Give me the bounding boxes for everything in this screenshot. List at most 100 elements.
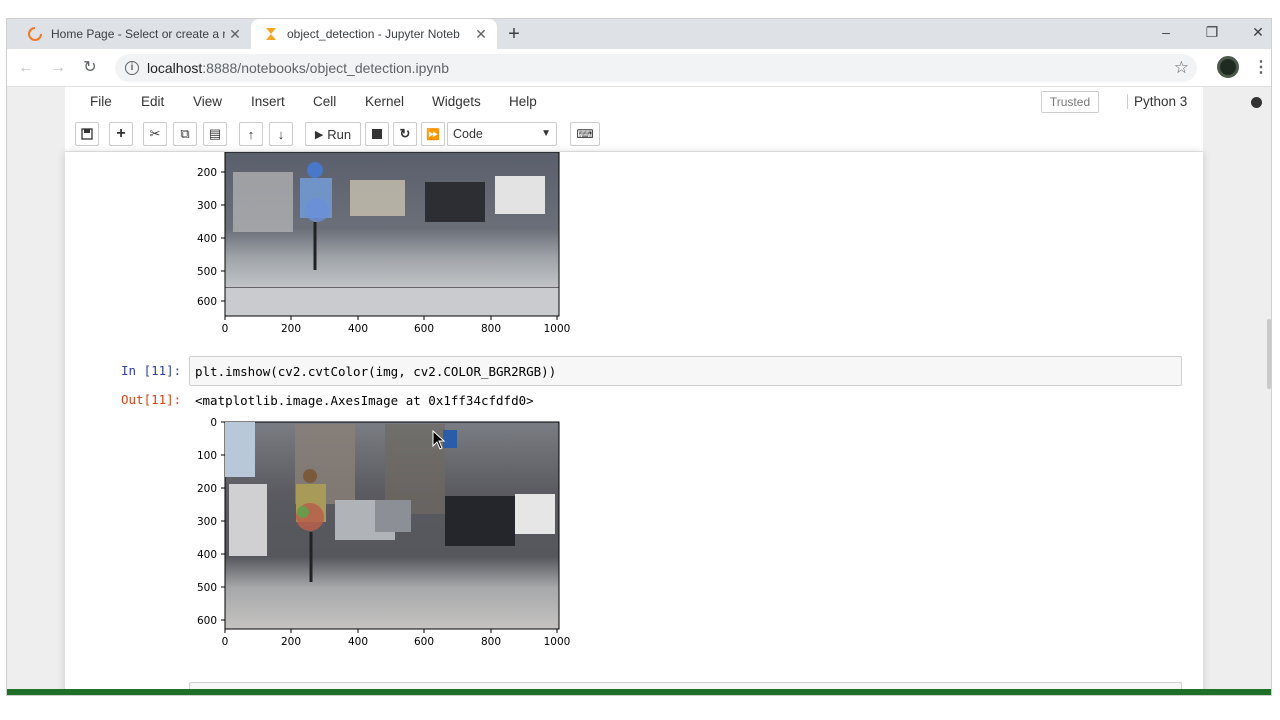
y-tick-label: 500 — [197, 266, 217, 278]
insert-cell-icon[interactable]: + — [109, 122, 133, 146]
code-text[interactable]: plt.imshow(cv2.cvtColor(img, cv2.COLOR_B… — [195, 364, 556, 379]
x-tick-label: 600 — [414, 323, 434, 335]
car-gray — [375, 500, 411, 532]
cell-type-select[interactable]: Code ▼ — [447, 122, 557, 146]
car-dark — [425, 182, 485, 222]
car-white — [495, 176, 545, 214]
cell-output-text: <matplotlib.image.AxesImage at 0x1ff34cf… — [195, 393, 534, 408]
reload-icon[interactable]: ↻ — [79, 57, 101, 79]
paste-icon[interactable]: ▤ — [203, 122, 227, 146]
x-tick-label: 800 — [481, 636, 501, 648]
sky-patch — [225, 422, 255, 477]
fast-forward-icon[interactable]: ⏩ — [421, 122, 445, 146]
y-tick-label: 200 — [197, 167, 217, 179]
trusted-badge[interactable]: Trusted — [1041, 91, 1099, 113]
new-tab-button[interactable]: + — [503, 23, 525, 45]
y-ticks: 200 300 400 500 — [197, 167, 225, 278]
y-tick-label: 100 — [197, 450, 217, 462]
mouse-cursor-icon — [432, 430, 446, 450]
info-icon[interactable]: i — [125, 61, 139, 75]
y-tick-label: 300 — [197, 516, 217, 528]
minimize-icon[interactable]: – — [1143, 19, 1189, 49]
move-down-icon[interactable]: ↓ — [269, 122, 293, 146]
move-up-icon[interactable]: ↑ — [239, 122, 263, 146]
restart-icon[interactable]: ↻ — [393, 122, 417, 146]
more-menu-icon[interactable]: ⋮ — [1253, 57, 1269, 77]
save-icon[interactable] — [75, 122, 99, 146]
x-tick-label: 800 — [481, 323, 501, 335]
tab-home-page[interactable]: Home Page - Select or create a n ✕ — [15, 19, 251, 49]
tab-object-detection[interactable]: object_detection - Jupyter Noteb ✕ — [251, 19, 497, 49]
keyboard-icon[interactable]: ⌨ — [570, 122, 600, 146]
menu-view[interactable]: View — [193, 94, 222, 109]
y-ticks: 0 100 200 300 400 500 600 — [197, 417, 225, 627]
x-ticks: 0 200 400 600 800 1000 — [222, 316, 571, 335]
jupyter-menubar: File Edit View Insert Cell Kernel Widget… — [65, 87, 1262, 118]
back-arrow-icon[interactable]: ← — [15, 57, 37, 79]
forward-arrow-icon[interactable]: → — [47, 57, 69, 79]
close-tab-icon[interactable]: ✕ — [225, 26, 245, 43]
x-tick-label: 400 — [348, 323, 368, 335]
menu-widgets[interactable]: Widgets — [432, 94, 481, 109]
profile-avatar[interactable] — [1217, 56, 1239, 78]
x-tick-label: 200 — [281, 636, 301, 648]
cyclist-head — [303, 469, 317, 483]
cut-icon[interactable]: ✂ — [143, 122, 167, 146]
x-tick-label: 0 — [222, 323, 229, 335]
address-bar[interactable]: i localhost:8888/notebooks/object_detect… — [115, 54, 1197, 82]
y-tick-label: 400 — [197, 549, 217, 561]
url-text[interactable]: localhost:8888/notebooks/object_detectio… — [147, 60, 449, 76]
play-icon: ▶ — [314, 128, 324, 141]
notebook-container: 200 300 400 500 600 0 200 400 600 800 10… — [65, 152, 1203, 695]
y-tick-label: 500 — [197, 582, 217, 594]
menu-file[interactable]: File — [90, 94, 112, 109]
hourglass-icon — [263, 26, 279, 42]
menu-edit[interactable]: Edit — [141, 94, 164, 109]
x-tick-label: 600 — [414, 636, 434, 648]
car-dark — [445, 496, 515, 546]
close-tab-icon[interactable]: ✕ — [471, 26, 491, 43]
browser-toolbar: ← → ↻ i localhost:8888/notebooks/object_… — [7, 49, 1271, 87]
tab-title: object_detection - Jupyter Noteb — [287, 27, 460, 41]
tab-title: Home Page - Select or create a n — [51, 27, 225, 41]
x-tick-label: 400 — [348, 636, 368, 648]
kernel-name[interactable]: Python 3 — [1127, 94, 1187, 109]
top-output-plot-axis: 600 0 200 400 600 800 1000 — [197, 287, 571, 335]
car-white — [515, 494, 555, 534]
tab-strip: Home Page - Select or create a n ✕ objec… — [7, 19, 1271, 49]
y-tick-label: 0 — [210, 417, 217, 429]
cell-input-prompt: In [11]: — [121, 363, 182, 378]
car-left — [229, 484, 267, 556]
output-plot: 0 100 200 300 400 500 600 0 200 400 600 … — [197, 417, 570, 648]
bookmark-star-icon[interactable]: ☆ — [1174, 58, 1189, 78]
close-window-icon[interactable]: ✕ — [1235, 19, 1271, 49]
y-tick-label: 200 — [197, 483, 217, 495]
y-tick-label: 600 — [197, 296, 217, 308]
restore-icon[interactable]: ❐ — [1189, 19, 1235, 49]
x-tick-label: 200 — [281, 323, 301, 335]
interrupt-icon[interactable] — [365, 122, 389, 146]
menu-insert[interactable]: Insert — [251, 94, 285, 109]
run-button[interactable]: ▶ Run — [305, 122, 361, 146]
code-cell[interactable]: plt.imshow(cv2.cvtColor(img, cv2.COLOR_B… — [189, 356, 1182, 386]
car-left — [233, 172, 293, 232]
cyclist-head — [307, 162, 323, 178]
x-tick-label: 0 — [222, 636, 229, 648]
page-scrollbar[interactable] — [1267, 319, 1271, 389]
jupyter-page: File Edit View Insert Cell Kernel Widget… — [7, 87, 1271, 695]
top-output-plot: 200 300 400 500 — [197, 152, 560, 293]
menu-kernel[interactable]: Kernel — [365, 94, 404, 109]
x-tick-label: 1000 — [544, 323, 571, 335]
copy-icon[interactable]: ⧉ — [173, 122, 197, 146]
y-tick-label: 300 — [197, 200, 217, 212]
car-center — [350, 180, 405, 216]
jupyter-toolbar: + ✂ ⧉ ▤ ↑ ↓ ▶ Run ↻ ⏩ Code ▼ ⌨ — [65, 118, 1203, 152]
y-tick-label: 600 — [197, 615, 217, 627]
menu-help[interactable]: Help — [509, 94, 537, 109]
y-tick-label: 400 — [197, 233, 217, 245]
menu-cell[interactable]: Cell — [313, 94, 336, 109]
chevron-down-icon: ▼ — [541, 128, 551, 139]
kernel-status-icon — [1251, 97, 1262, 108]
cell-output-prompt: Out[11]: — [121, 392, 182, 407]
flowers-leaves — [297, 506, 309, 518]
